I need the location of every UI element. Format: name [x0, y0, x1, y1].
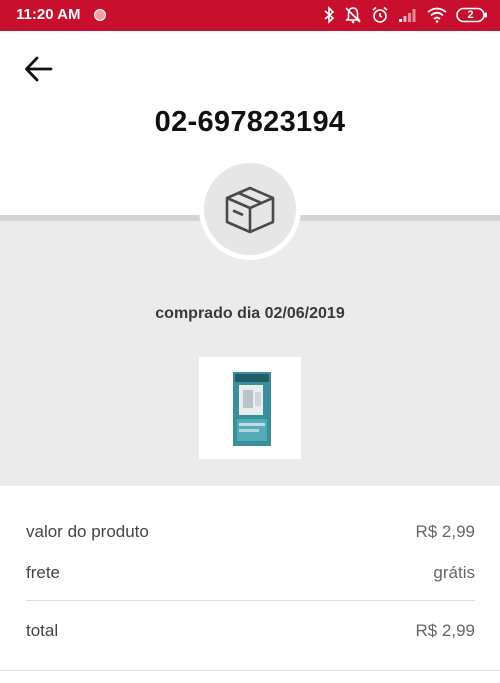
bottom-divider	[0, 670, 500, 671]
package-box-icon	[225, 186, 275, 234]
status-bar: 11:20 AM 2	[0, 0, 500, 31]
back-button[interactable]	[22, 52, 56, 86]
battery-level: 2	[467, 9, 474, 21]
wifi-icon	[427, 7, 447, 23]
battery-icon: 2	[456, 7, 488, 23]
order-number: 02-697823194	[154, 106, 346, 138]
signal-icon	[398, 7, 418, 23]
product-thumbnail[interactable]	[199, 357, 301, 459]
status-icons: 2	[323, 5, 488, 25]
status-time: 11:20 AM	[16, 6, 81, 23]
notifications-off-icon	[344, 6, 362, 24]
arrow-left-icon	[25, 56, 53, 82]
bluetooth-icon	[323, 6, 335, 24]
purchase-date: comprado dia 02/06/2019	[155, 305, 345, 322]
row-value: R$ 2,99	[415, 621, 475, 640]
row-value: grátis	[433, 563, 475, 582]
summary-divider	[26, 600, 475, 601]
recording-dot-icon	[94, 9, 106, 21]
row-label: total	[26, 621, 59, 640]
package-badge	[199, 158, 301, 260]
row-label: frete	[26, 563, 61, 582]
row-label: valor do produto	[26, 522, 149, 541]
product-image	[233, 372, 271, 446]
alarm-icon	[371, 6, 389, 24]
row-value: R$ 2,99	[415, 522, 475, 541]
